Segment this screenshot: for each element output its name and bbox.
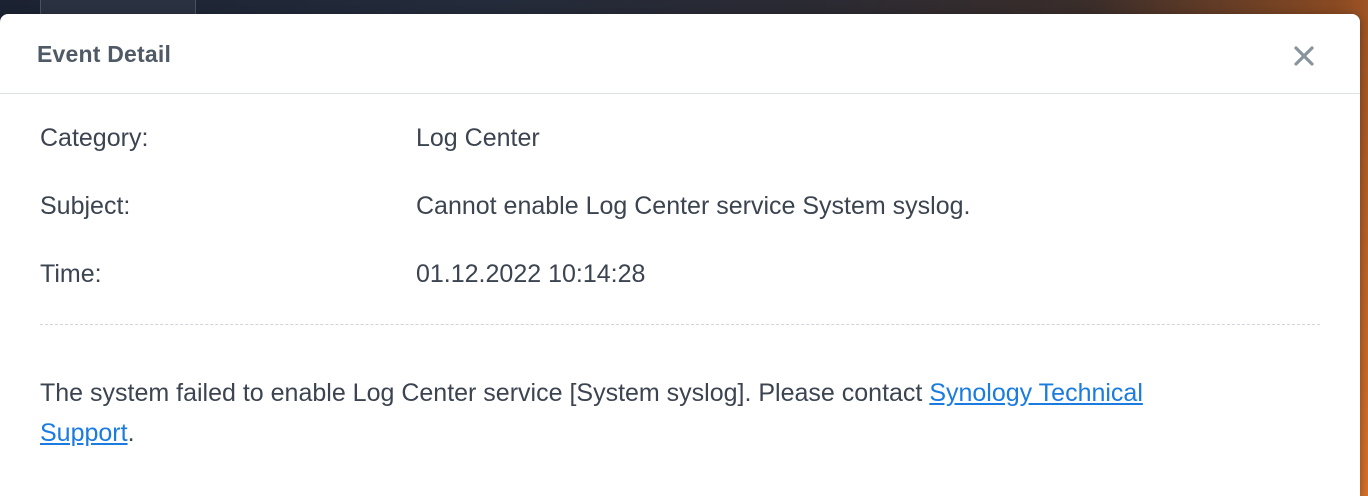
description-end: .: [127, 419, 135, 447]
time-label: Time:: [40, 260, 102, 288]
event-description: The system failed to enable Log Center s…: [40, 373, 1240, 453]
field-row-category: Category: Log Center: [40, 124, 1320, 158]
dialog-title: Event Detail: [37, 41, 172, 67]
field-row-time: Time: 01.12.2022 10:14:28: [40, 260, 1320, 294]
subject-value: Cannot enable Log Center service System …: [416, 192, 971, 220]
time-value: 01.12.2022 10:14:28: [416, 260, 646, 288]
description-text: The system failed to enable Log Center s…: [40, 379, 930, 407]
category-label: Category:: [40, 124, 149, 152]
dialog-header: Event Detail: [0, 14, 1360, 94]
divider: [40, 324, 1320, 325]
subject-label: Subject:: [40, 192, 131, 220]
background-window: [40, 0, 196, 14]
close-button[interactable]: [1288, 40, 1320, 72]
field-row-subject: Subject: Cannot enable Log Center servic…: [40, 192, 1320, 226]
category-value: Log Center: [416, 124, 540, 152]
close-icon: [1294, 46, 1314, 66]
